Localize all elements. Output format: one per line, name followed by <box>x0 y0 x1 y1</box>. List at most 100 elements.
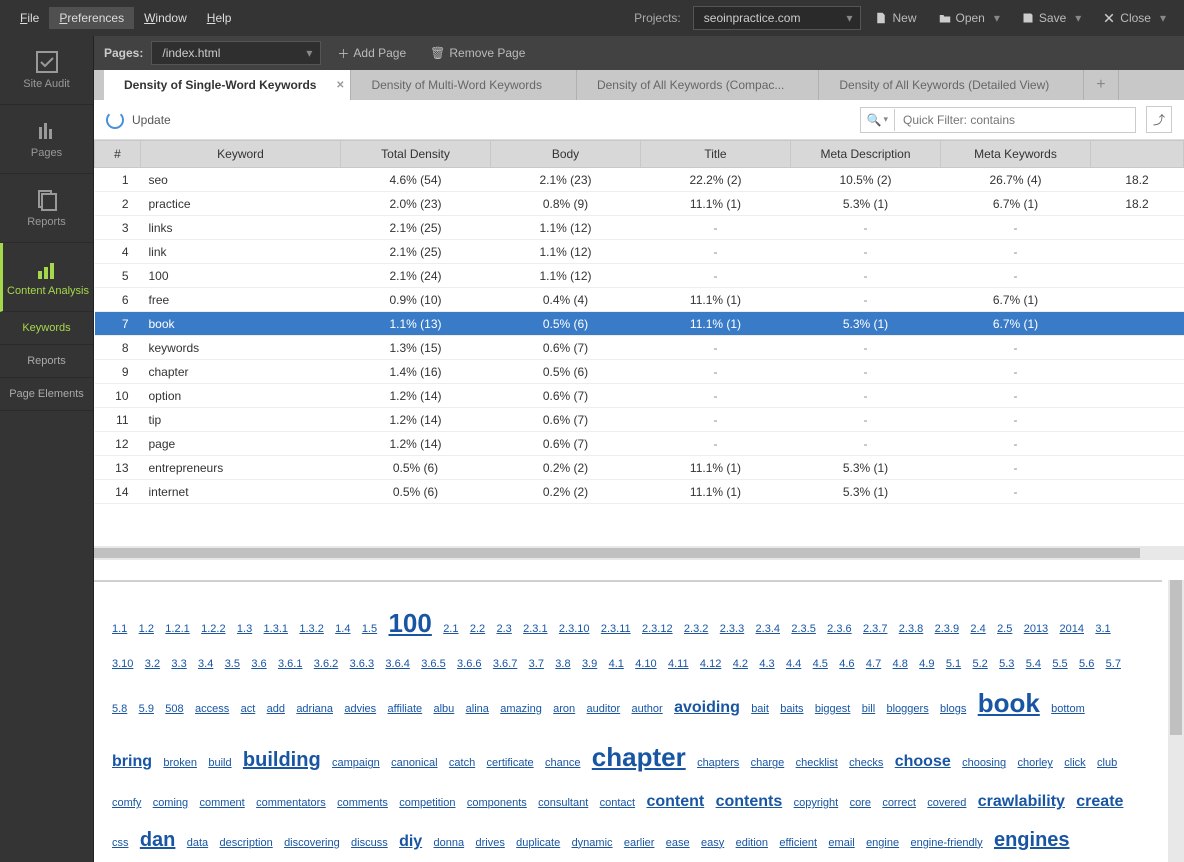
cloud-word[interactable]: earlier <box>624 832 655 855</box>
cloud-word[interactable]: 1.3.1 <box>264 618 288 641</box>
cloud-word[interactable]: add <box>267 698 285 721</box>
cloud-word[interactable]: 5.1 <box>946 653 961 676</box>
cloud-word[interactable]: club <box>1097 752 1117 775</box>
table-row[interactable]: 13entrepreneurs0.5% (6)0.2% (2)11.1% (1)… <box>95 456 1184 480</box>
cloud-word[interactable]: 4.10 <box>635 653 656 676</box>
cloud-word[interactable]: 4.2 <box>733 653 748 676</box>
cloud-word[interactable]: donna <box>434 832 465 855</box>
col-body[interactable]: Body <box>491 141 641 168</box>
table-row[interactable]: 9chapter1.4% (16)0.5% (6)--- <box>95 360 1184 384</box>
cloud-word[interactable]: commentators <box>256 792 326 815</box>
cloud-word[interactable]: 4.3 <box>759 653 774 676</box>
cloud-word[interactable]: bait <box>751 698 769 721</box>
cloud-word[interactable]: 3.5 <box>225 653 240 676</box>
table-row[interactable]: 10option1.2% (14)0.6% (7)--- <box>95 384 1184 408</box>
cloud-word[interactable]: 3.6.2 <box>314 653 338 676</box>
cloud-word[interactable]: 3.3 <box>171 653 186 676</box>
cloud-word[interactable]: 1.4 <box>335 618 350 641</box>
cloud-word[interactable]: canonical <box>391 752 437 775</box>
sidebar-content-analysis[interactable]: Content Analysis <box>0 243 93 312</box>
cloud-word[interactable]: avoiding <box>674 691 740 725</box>
cloud-word[interactable]: bloggers <box>887 698 929 721</box>
sidebar-reports[interactable]: Reports <box>0 174 93 243</box>
cloud-word[interactable]: chance <box>545 752 580 775</box>
cloud-word[interactable]: discovering <box>284 832 340 855</box>
cloud-word[interactable]: checklist <box>796 752 838 775</box>
cloud-word[interactable]: coming <box>153 792 188 815</box>
cloud-word[interactable]: dynamic <box>572 832 613 855</box>
export-button[interactable]: ⤴ <box>1146 106 1172 133</box>
menu-preferences[interactable]: Preferences <box>49 7 134 29</box>
cloud-word[interactable]: email <box>828 832 854 855</box>
sidebar-pages[interactable]: Pages <box>0 105 93 174</box>
cloud-word[interactable]: efficient <box>779 832 817 855</box>
cloud-word[interactable]: 3.10 <box>112 653 133 676</box>
cloud-word[interactable]: broken <box>163 752 197 775</box>
cloud-word[interactable]: drives <box>475 832 504 855</box>
cloud-word[interactable]: engines <box>994 819 1070 861</box>
table-row[interactable]: 8keywords1.3% (15)0.6% (7)--- <box>95 336 1184 360</box>
v-scroll-thumb[interactable] <box>1170 580 1182 735</box>
cloud-word[interactable]: chorley <box>1017 752 1052 775</box>
cloud-word[interactable]: content <box>646 785 704 819</box>
cloud-word[interactable]: blogs <box>940 698 966 721</box>
col-title[interactable]: Title <box>641 141 791 168</box>
close-button[interactable]: Close▾ <box>1095 7 1174 29</box>
cloud-word[interactable]: 4.9 <box>919 653 934 676</box>
cloud-word[interactable]: click <box>1064 752 1085 775</box>
cloud-word[interactable]: 1.2.1 <box>165 618 189 641</box>
col-num[interactable]: # <box>95 141 141 168</box>
cloud-word[interactable]: 3.4 <box>198 653 213 676</box>
cloud-word[interactable]: engine-friendly <box>910 832 982 855</box>
cloud-word[interactable]: correct <box>882 792 916 815</box>
cloud-word[interactable]: chapter <box>592 730 686 785</box>
cloud-word[interactable]: baits <box>780 698 803 721</box>
cloud-word[interactable]: description <box>220 832 273 855</box>
cloud-word[interactable]: building <box>243 739 321 781</box>
h-scrollbar[interactable] <box>94 546 1184 560</box>
cloud-word[interactable]: 5.2 <box>972 653 987 676</box>
cloud-word[interactable]: 508 <box>165 698 183 721</box>
v-scrollbar[interactable] <box>1168 580 1184 862</box>
col-keyword[interactable]: Keyword <box>141 141 341 168</box>
h-scroll-thumb[interactable] <box>94 548 1140 558</box>
cloud-word[interactable]: 2.3.11 <box>601 618 631 641</box>
cloud-word[interactable]: engine <box>866 832 899 855</box>
cloud-word[interactable]: duplicate <box>516 832 560 855</box>
cloud-word[interactable]: 2.3.4 <box>756 618 780 641</box>
cloud-word[interactable]: 3.9 <box>582 653 597 676</box>
cloud-word[interactable]: create <box>1076 785 1123 819</box>
cloud-word[interactable]: 2.3.2 <box>684 618 708 641</box>
cloud-word[interactable]: easy <box>701 832 724 855</box>
cloud-word[interactable]: choosing <box>962 752 1006 775</box>
cloud-word[interactable]: 5.7 <box>1106 653 1121 676</box>
cloud-word[interactable]: 5.3 <box>999 653 1014 676</box>
filter-mode-button[interactable]: 🔍▾ <box>861 109 895 131</box>
cloud-word[interactable]: checks <box>849 752 883 775</box>
cloud-word[interactable]: core <box>850 792 871 815</box>
cloud-word[interactable]: 3.6 <box>251 653 266 676</box>
table-row[interactable]: 2practice2.0% (23)0.8% (9)11.1% (1)5.3% … <box>95 192 1184 216</box>
cloud-word[interactable]: competition <box>399 792 455 815</box>
cloud-word[interactable]: diy <box>399 825 422 859</box>
cloud-word[interactable]: 2.1 <box>443 618 458 641</box>
cloud-word[interactable]: contents <box>716 785 783 819</box>
cloud-word[interactable]: 5.4 <box>1026 653 1041 676</box>
cloud-word[interactable]: contact <box>600 792 635 815</box>
cloud-word[interactable]: book <box>978 676 1040 731</box>
cloud-word[interactable]: advies <box>344 698 376 721</box>
cloud-word[interactable]: 4.8 <box>893 653 908 676</box>
subnav-keywords[interactable]: Keywords <box>0 312 93 345</box>
cloud-word[interactable]: 3.7 <box>529 653 544 676</box>
cloud-word[interactable]: covered <box>927 792 966 815</box>
cloud-word[interactable]: 1.2 <box>139 618 154 641</box>
cloud-word[interactable]: 2013 <box>1024 618 1048 641</box>
cloud-word[interactable]: biggest <box>815 698 850 721</box>
col-meta-desc[interactable]: Meta Description <box>791 141 941 168</box>
cloud-word[interactable]: 4.7 <box>866 653 881 676</box>
cloud-word[interactable]: auditor <box>587 698 621 721</box>
cloud-word[interactable]: bottom <box>1051 698 1085 721</box>
cloud-word[interactable]: 3.8 <box>555 653 570 676</box>
update-button[interactable]: Update <box>106 111 171 129</box>
cloud-word[interactable]: 1.3.2 <box>299 618 323 641</box>
